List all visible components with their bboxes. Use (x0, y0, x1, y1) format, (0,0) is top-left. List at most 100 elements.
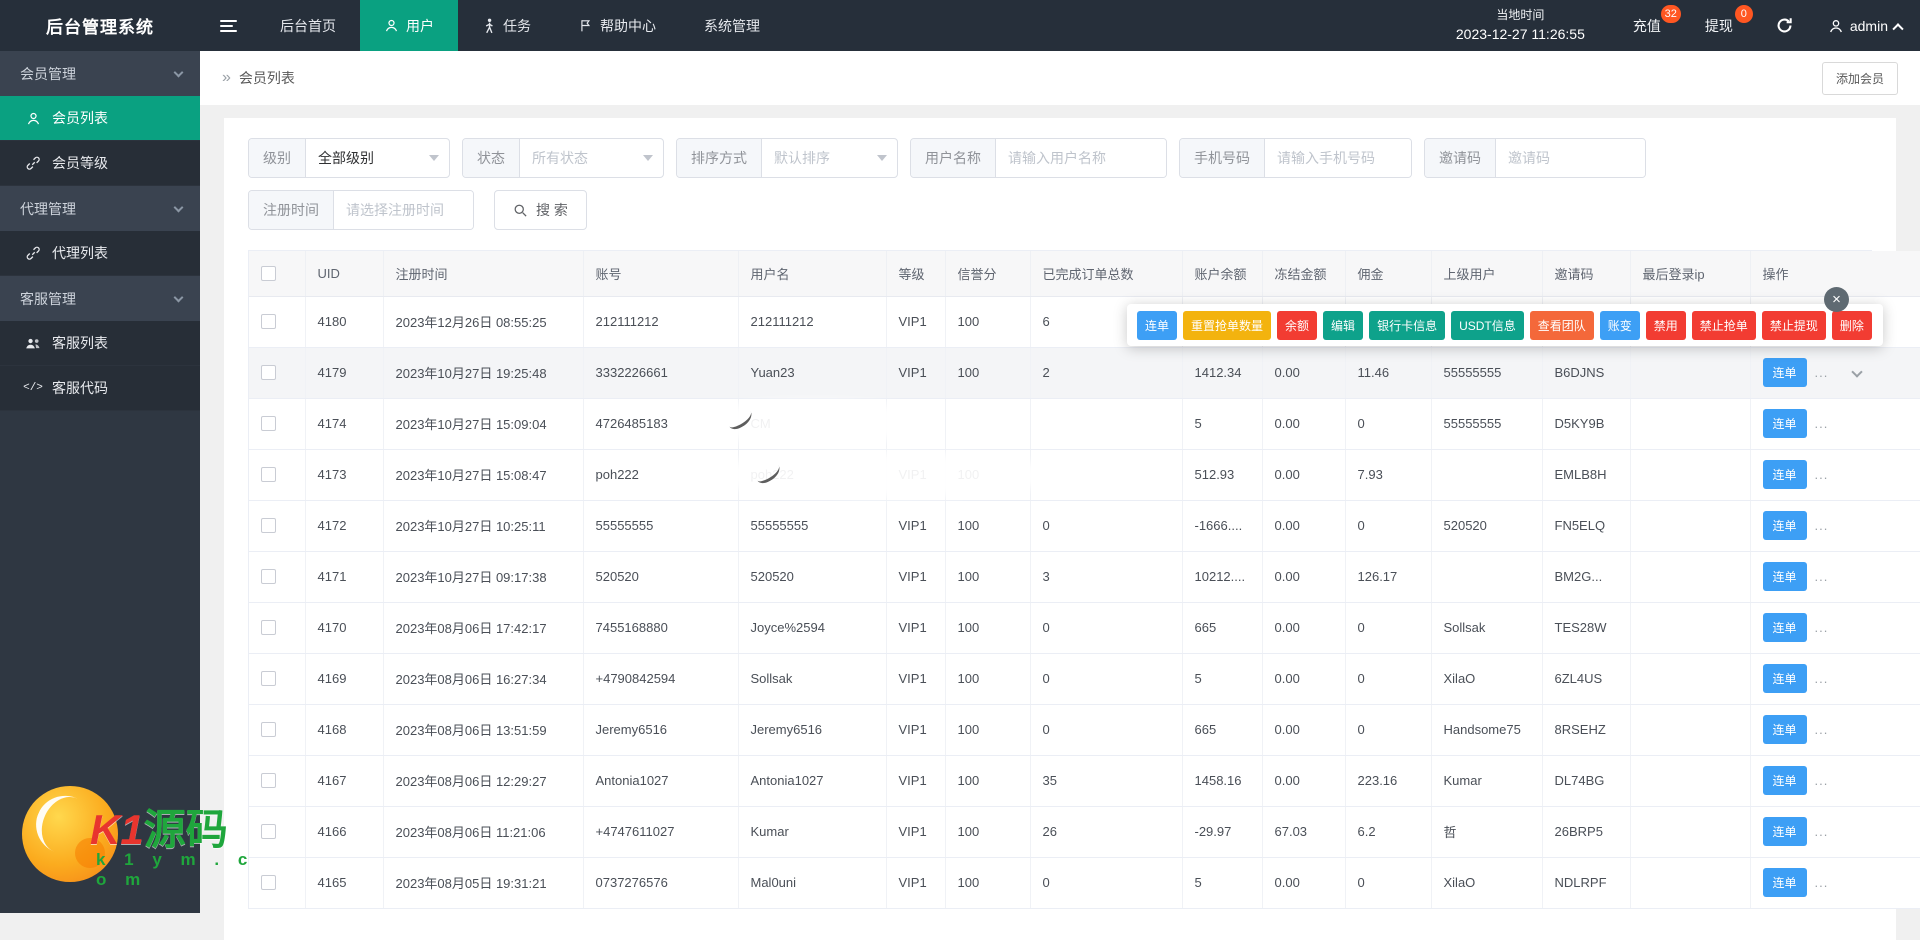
cell: 223.16 (1345, 755, 1431, 806)
sidebar-group-5[interactable]: 客服管理 (0, 276, 200, 321)
cell: +4747611027 (583, 806, 738, 857)
popover-action-button-3[interactable]: 编辑 (1323, 311, 1363, 340)
phone-input[interactable] (1265, 139, 1411, 177)
recharge-button[interactable]: 充值 32 (1633, 16, 1661, 36)
more-actions[interactable]: ... (1815, 773, 1829, 788)
lianddan-button[interactable]: 连单 (1763, 613, 1807, 642)
menu-toggle-icon[interactable] (200, 0, 256, 51)
lianddan-button[interactable]: 连单 (1763, 664, 1807, 693)
row-checkbox[interactable] (261, 518, 276, 533)
refresh-icon[interactable] (1775, 16, 1794, 35)
more-actions[interactable]: ... (1815, 416, 1829, 431)
close-icon[interactable]: × (1824, 287, 1849, 312)
nav-item-0[interactable]: 后台首页 (256, 0, 360, 51)
user-icon (384, 18, 399, 33)
cell: 2023年08月06日 17:42:17 (383, 602, 583, 653)
cell: XilaO (1431, 653, 1542, 704)
more-actions[interactable]: ... (1815, 518, 1829, 533)
cell: Jeremy6516 (583, 704, 738, 755)
username-input[interactable] (996, 139, 1166, 177)
lianddan-button[interactable]: 连单 (1763, 358, 1807, 387)
row-checkbox[interactable] (261, 314, 276, 329)
sidebar-group-label: 客服管理 (20, 289, 76, 309)
table-row: 41662023年08月06日 11:21:06+4747611027Kumar… (249, 806, 1920, 857)
row-checkbox[interactable] (261, 824, 276, 839)
sidebar-item-6[interactable]: 客服列表 (0, 321, 200, 366)
more-actions[interactable]: ... (1815, 467, 1829, 482)
cell: 0.00 (1262, 653, 1345, 704)
popover-action-button-8[interactable]: 禁用 (1646, 311, 1686, 340)
cell: CM (738, 398, 886, 449)
popover-action-button-1[interactable]: 重置抢单数量 (1183, 311, 1271, 340)
lianddan-button[interactable]: 连单 (1763, 715, 1807, 744)
lianddan-button[interactable]: 连单 (1763, 409, 1807, 438)
popover-action-button-6[interactable]: 查看团队 (1530, 311, 1594, 340)
search-button[interactable]: 搜 索 (494, 190, 587, 230)
popover-action-button-0[interactable]: 连单 (1137, 311, 1177, 340)
invite-input[interactable] (1496, 139, 1645, 177)
more-actions[interactable]: ... (1815, 722, 1829, 737)
recharge-badge: 32 (1661, 5, 1681, 23)
table-row: 41792023年10月27日 19:25:483332226661Yuan23… (249, 347, 1920, 398)
local-time: 当地时间 2023-12-27 11:26:55 (1456, 6, 1585, 45)
lianddan-button[interactable]: 连单 (1763, 460, 1807, 489)
sidebar-group-0[interactable]: 会员管理 (0, 51, 200, 96)
cell (1630, 806, 1750, 857)
cell (1030, 449, 1182, 500)
local-time-label: 当地时间 (1456, 6, 1585, 24)
popover-action-button-11[interactable]: 删除 (1832, 311, 1872, 340)
row-checkbox[interactable] (261, 569, 276, 584)
row-checkbox[interactable] (261, 671, 276, 686)
sidebar-group-3[interactable]: 代理管理 (0, 186, 200, 231)
row-checkbox[interactable] (261, 620, 276, 635)
nav-item-1[interactable]: 用户 (360, 0, 458, 51)
popover-action-button-2[interactable]: 余额 (1277, 311, 1317, 340)
sidebar-item-7[interactable]: </>客服代码 (0, 366, 200, 411)
status-select[interactable]: 状态 所有状态 (462, 138, 664, 178)
row-checkbox[interactable] (261, 722, 276, 737)
lianddan-button[interactable]: 连单 (1763, 766, 1807, 795)
more-actions[interactable]: ... (1815, 875, 1829, 890)
popover-action-button-7[interactable]: 账变 (1600, 311, 1640, 340)
sidebar-item-4[interactable]: 代理列表 (0, 231, 200, 276)
regtime-input[interactable] (334, 191, 473, 229)
lianddan-button[interactable]: 连单 (1763, 511, 1807, 540)
row-checkbox[interactable] (261, 365, 276, 380)
lianddan-button[interactable]: 连单 (1763, 817, 1807, 846)
lianddan-button[interactable]: 连单 (1763, 562, 1807, 591)
popover-action-button-4[interactable]: 银行卡信息 (1369, 311, 1445, 340)
more-actions[interactable]: ... (1815, 671, 1829, 686)
withdraw-button[interactable]: 提现 0 (1705, 16, 1733, 36)
sidebar-item-1[interactable]: 会员列表 (0, 96, 200, 141)
cell: 100 (945, 755, 1030, 806)
popover-action-button-10[interactable]: 禁止提现 (1762, 311, 1826, 340)
popover-action-button-5[interactable]: USDT信息 (1451, 311, 1524, 340)
cell: 520520 (738, 551, 886, 602)
cell: 2023年08月06日 11:21:06 (383, 806, 583, 857)
invite-label: 邀请码 (1425, 139, 1496, 177)
add-member-button[interactable]: 添加会员 (1822, 62, 1898, 95)
more-actions[interactable]: ... (1815, 824, 1829, 839)
lianddan-button[interactable]: 连单 (1763, 868, 1807, 897)
user-menu[interactable]: admin (1828, 18, 1902, 34)
row-expand-chevron-icon[interactable] (1853, 363, 1861, 381)
cell: VIP1 (886, 602, 945, 653)
row-checkbox[interactable] (261, 467, 276, 482)
sidebar-item-2[interactable]: 会员等级 (0, 141, 200, 186)
filter-row-2: 注册时间 搜 索 (248, 190, 1872, 230)
row-checkbox[interactable] (261, 773, 276, 788)
more-actions[interactable]: ... (1815, 569, 1829, 584)
sort-select[interactable]: 排序方式 默认排序 (676, 138, 898, 178)
nav-item-2[interactable]: 任务 (458, 0, 555, 51)
cell: 0 (1030, 704, 1182, 755)
actions-cell: 连单... (1750, 449, 1920, 500)
row-checkbox[interactable] (261, 416, 276, 431)
cell: 5 (1182, 857, 1262, 908)
popover-action-button-9[interactable]: 禁止抢单 (1692, 311, 1756, 340)
nav-item-3[interactable]: 帮助中心 (555, 0, 680, 51)
nav-item-4[interactable]: 系统管理 (680, 0, 784, 51)
more-actions[interactable]: ... (1815, 620, 1829, 635)
select-all-checkbox[interactable] (261, 266, 276, 281)
more-actions[interactable]: ... (1815, 365, 1829, 380)
level-select[interactable]: 级别 全部级别 (248, 138, 450, 178)
